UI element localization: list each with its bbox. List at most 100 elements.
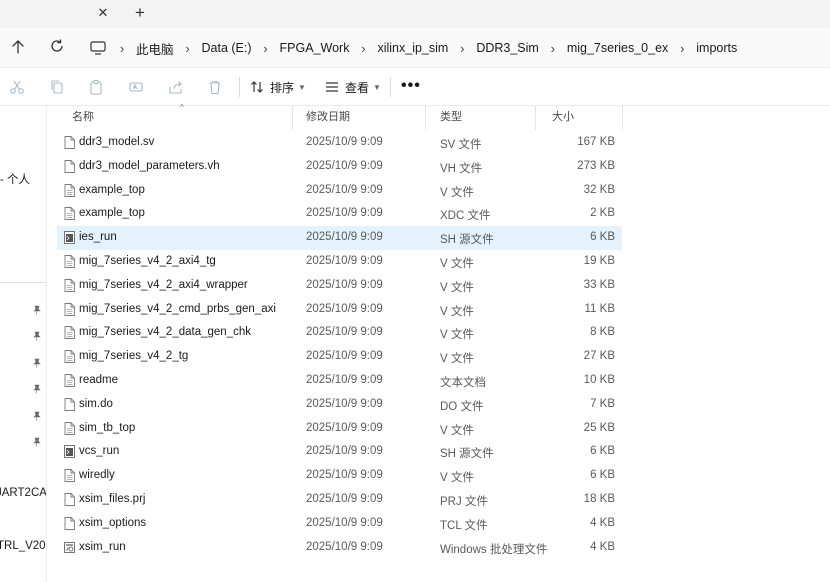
breadcrumb-separator: › xyxy=(680,40,685,56)
file-size: 8 KB xyxy=(590,326,615,339)
computer-icon[interactable] xyxy=(90,41,106,55)
copy-icon[interactable] xyxy=(49,79,65,95)
command-toolbar: 排序 ▼ 查看 ▼ ••• xyxy=(0,68,830,106)
column-divider[interactable] xyxy=(535,106,536,130)
file-size: 273 KB xyxy=(577,159,615,172)
file-icon xyxy=(64,493,75,506)
file-icon xyxy=(64,136,75,149)
breadcrumb-ddr3-sim[interactable]: DDR3_Sim xyxy=(474,41,541,55)
nav-item-personal[interactable]: - 个人 xyxy=(0,171,30,187)
sort-label: 排序 xyxy=(270,80,295,95)
breadcrumb-xilinx-ip-sim[interactable]: xilinx_ip_sim xyxy=(375,41,450,55)
file-type: V 文件 xyxy=(440,329,474,342)
file-row[interactable]: mig_7series_v4_2_tg 2025/10/9 9:09 V 文件 27 … xyxy=(57,345,622,369)
file-size: 4 KB xyxy=(590,540,615,553)
file-row[interactable]: xsim_files.prj 2025/10/9 9:09 PRJ 文件 18 KB xyxy=(57,488,622,512)
file-row[interactable]: xsim_run 2025/10/9 9:09 Windows 批处理文件 4 KB xyxy=(57,536,622,560)
chevron-down-icon: ▼ xyxy=(373,82,381,92)
column-header-size[interactable]: 大小 xyxy=(537,106,622,130)
file-date: 2025/10/9 9:09 xyxy=(306,136,383,148)
navigation-pane: - 个人 JART2CAN TRL_V200 xyxy=(0,106,47,582)
pin-icon xyxy=(33,437,41,447)
file-type: V 文件 xyxy=(440,281,474,294)
breadcrumb-mig-example[interactable]: mig_7series_0_ex xyxy=(565,41,670,55)
pin-icon xyxy=(33,331,41,341)
view-label: 查看 xyxy=(345,80,370,95)
text-file-icon xyxy=(64,302,75,316)
sort-button[interactable]: 排序 ▼ xyxy=(250,77,306,97)
file-name: example_top xyxy=(79,207,145,220)
script-file-icon xyxy=(64,231,75,245)
nav-item-folder[interactable]: TRL_V200 xyxy=(0,540,46,552)
file-name: vcs_run xyxy=(79,445,120,458)
file-date: 2025/10/9 9:09 xyxy=(306,373,383,386)
file-date: 2025/10/9 9:09 xyxy=(306,445,383,458)
column-divider[interactable] xyxy=(622,106,623,130)
text-file-icon xyxy=(64,469,75,483)
file-name: mig_7series_v4_2_axi4_wrapper xyxy=(79,278,248,291)
breadcrumb-this-pc[interactable]: 此电脑 xyxy=(134,39,176,58)
pin-icon xyxy=(33,305,41,315)
file-row[interactable]: sim.do 2025/10/9 9:09 DO 文件 7 KB xyxy=(57,393,622,417)
file-date: 2025/10/9 9:09 xyxy=(306,231,383,244)
file-row[interactable]: ddr3_model_parameters.vh 2025/10/9 9:09 VH… xyxy=(57,155,622,179)
batch-file-icon xyxy=(64,541,75,553)
view-button[interactable]: 查看 ▼ xyxy=(325,77,381,97)
rename-icon[interactable] xyxy=(128,79,144,95)
file-date: 2025/10/9 9:09 xyxy=(306,421,383,434)
breadcrumb-fpga-work[interactable]: FPGA_Work xyxy=(278,41,352,55)
new-tab-button[interactable]: + xyxy=(131,4,149,22)
text-file-icon xyxy=(64,421,75,435)
file-row[interactable]: mig_7series_v4_2_cmd_prbs_gen_axi 2025/10… xyxy=(57,298,622,322)
file-row[interactable]: readme 2025/10/9 9:09 文本文档 10 KB xyxy=(57,369,622,393)
file-name: xsim_run xyxy=(79,540,126,553)
delete-icon[interactable] xyxy=(207,79,223,95)
file-row[interactable]: mig_7series_v4_2_axi4_tg 2025/10/9 9:09 V … xyxy=(57,250,622,274)
file-size: 7 KB xyxy=(590,397,615,410)
toolbar-divider xyxy=(239,77,240,97)
file-date: 2025/10/9 9:09 xyxy=(306,254,383,267)
file-row[interactable]: wiredly 2025/10/9 9:09 V 文件 6 KB xyxy=(57,464,622,488)
file-icon xyxy=(64,159,75,173)
file-row[interactable]: mig_7series_v4_2_data_gen_chk 2025/10/9 9… xyxy=(57,321,622,345)
column-header-name[interactable]: 名称 xyxy=(57,106,292,130)
file-type: V 文件 xyxy=(440,186,474,199)
file-row[interactable]: vcs_run 2025/10/9 9:09 SH 源文件 6 KB xyxy=(57,440,622,464)
file-size: 19 KB xyxy=(583,254,615,267)
sort-icon xyxy=(251,81,263,93)
breadcrumb-separator: › xyxy=(361,40,366,56)
paste-icon[interactable] xyxy=(88,79,104,95)
nav-item-folder[interactable]: JART2CAN xyxy=(0,487,46,499)
share-icon[interactable] xyxy=(168,79,184,95)
file-row[interactable]: ddr3_model.sv 2025/10/9 9:09 SV 文件 167 KB xyxy=(57,131,622,155)
file-name: sim.do xyxy=(79,397,113,410)
file-row[interactable]: example_top 2025/10/9 9:09 V 文件 32 KB xyxy=(57,179,622,203)
text-file-icon xyxy=(64,207,75,221)
file-row[interactable]: example_top 2025/10/9 9:09 XDC 文件 2 KB xyxy=(57,202,622,226)
file-row[interactable]: ies_run 2025/10/9 9:09 SH 源文件 6 KB xyxy=(57,226,622,250)
column-header-type[interactable]: 类型 xyxy=(425,106,535,130)
file-name: ddr3_model_parameters.vh xyxy=(79,159,220,172)
file-size: 27 KB xyxy=(583,350,615,363)
file-date: 2025/10/9 9:09 xyxy=(306,302,383,315)
file-date: 2025/10/9 9:09 xyxy=(306,326,383,339)
file-row[interactable]: sim_tb_top 2025/10/9 9:09 V 文件 25 KB xyxy=(57,417,622,441)
breadcrumb-drive[interactable]: Data (E:) xyxy=(200,41,254,55)
up-arrow-icon[interactable] xyxy=(10,39,26,55)
file-type: XDC 文件 xyxy=(440,210,491,223)
breadcrumb-imports[interactable]: imports xyxy=(694,41,739,55)
file-name: ddr3_model.sv xyxy=(79,136,155,148)
cut-icon[interactable] xyxy=(9,79,25,95)
close-tab-icon[interactable]: ✕ xyxy=(95,5,111,21)
file-row[interactable]: mig_7series_v4_2_axi4_wrapper 2025/10/9 9… xyxy=(57,274,622,298)
file-list: ddr3_model.sv 2025/10/9 9:09 SV 文件 167 KB dd… xyxy=(57,131,622,559)
text-file-icon xyxy=(64,350,75,364)
file-name: mig_7series_v4_2_data_gen_chk xyxy=(79,326,251,339)
more-options-button[interactable]: ••• xyxy=(401,77,421,95)
file-size: 10 KB xyxy=(583,373,615,386)
file-row[interactable]: xsim_options 2025/10/9 9:09 TCL 文件 4 KB xyxy=(57,512,622,536)
refresh-icon[interactable] xyxy=(49,38,65,54)
column-header-date[interactable]: 修改日期 xyxy=(291,106,425,130)
text-file-icon xyxy=(64,183,75,197)
file-type: TCL 文件 xyxy=(440,519,488,532)
